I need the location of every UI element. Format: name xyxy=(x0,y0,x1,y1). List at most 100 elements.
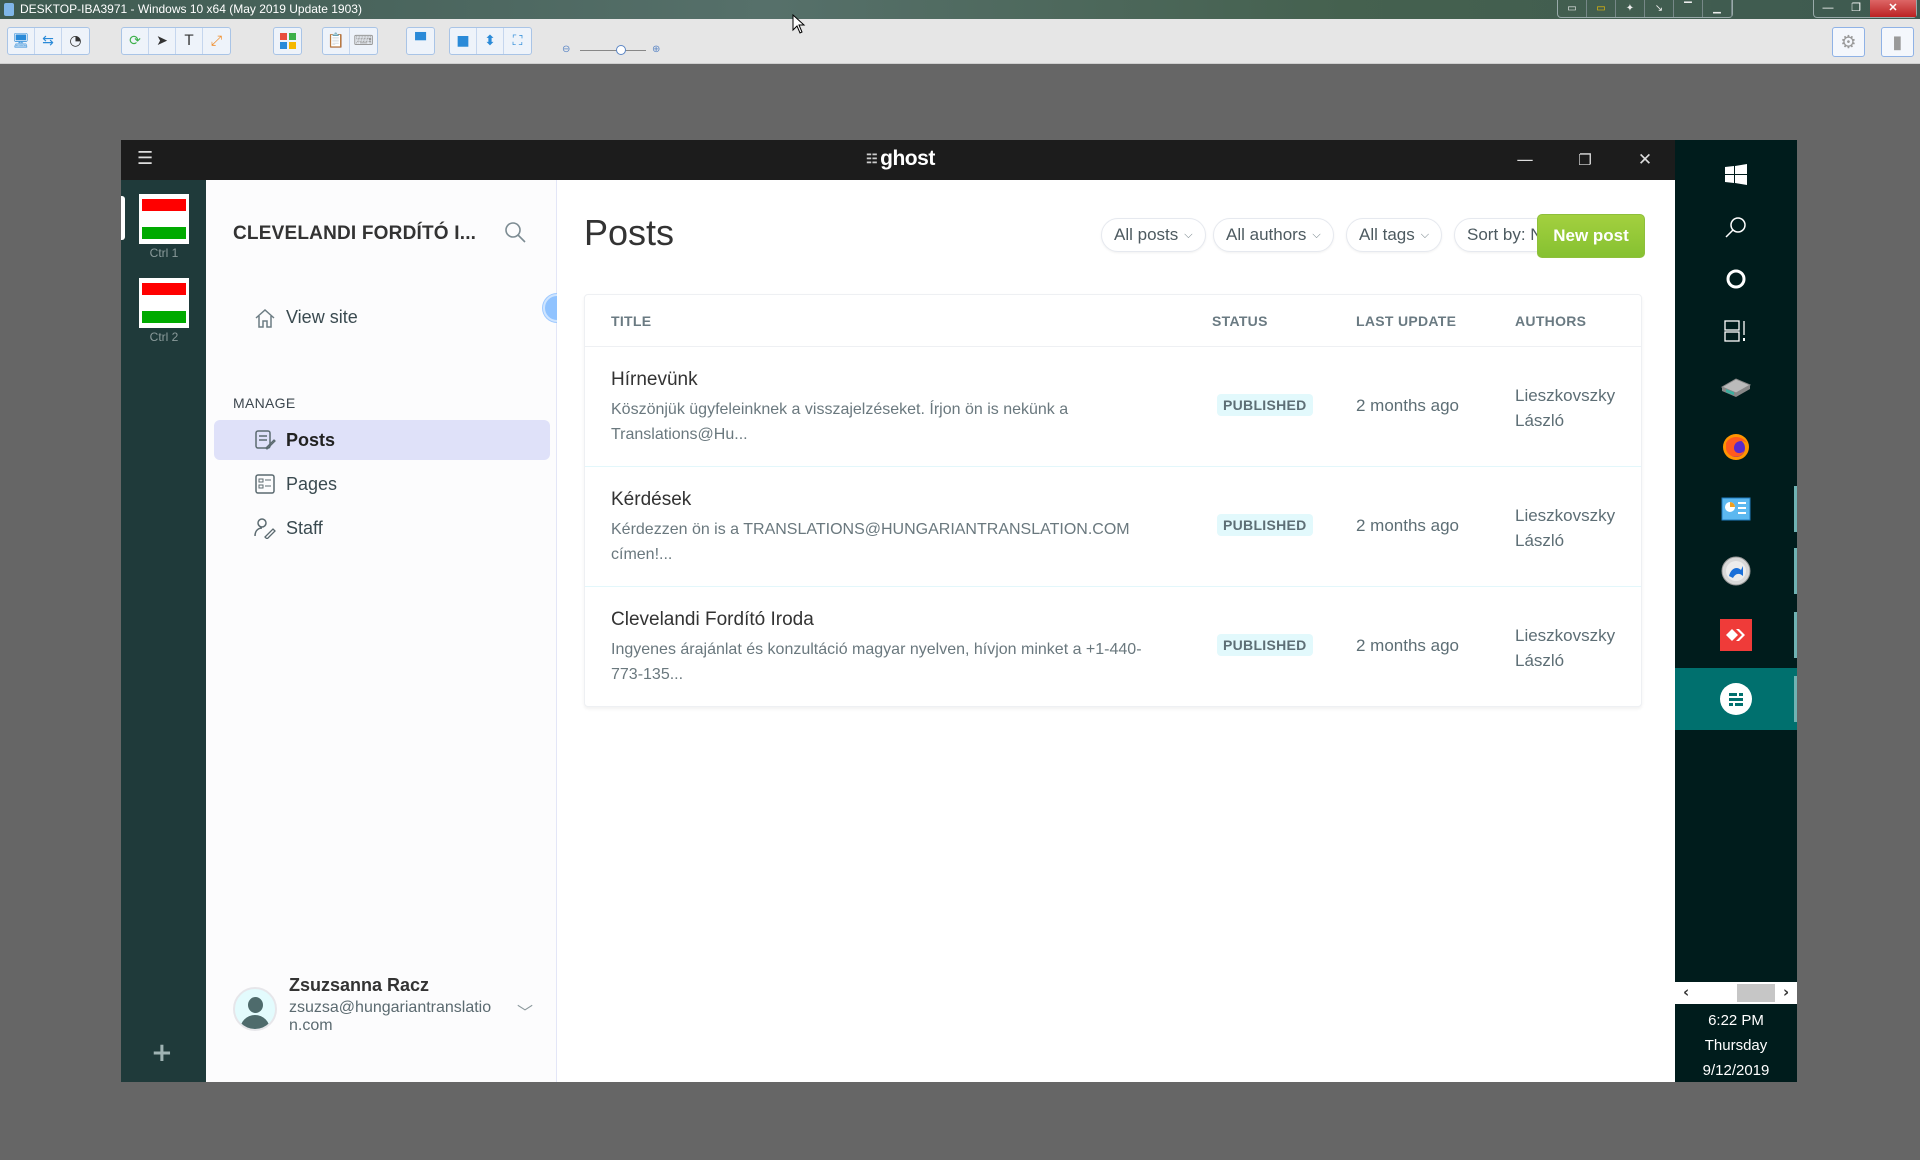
zoom-out-icon[interactable]: ⊖ xyxy=(562,44,570,55)
host-window-title: DESKTOP-IBA3971 - Windows 10 x64 (May 20… xyxy=(20,2,362,16)
sidebar-item-label: Staff xyxy=(286,517,323,538)
all-authors-filter[interactable]: All authors ⌵ xyxy=(1213,218,1334,252)
scroll-left-icon[interactable]: ‹ xyxy=(1683,983,1689,1001)
workspace-label: Ctrl 1 xyxy=(149,246,179,260)
scanner-app[interactable] xyxy=(1675,356,1797,418)
ghost-minimize-button[interactable]: — xyxy=(1510,146,1540,174)
side-panel-icon[interactable]: ▮ xyxy=(1881,27,1914,57)
original-size-icon[interactable]: ■ xyxy=(450,28,477,54)
header-authors: AUTHORS xyxy=(1515,313,1587,329)
anydesk-icon xyxy=(1720,619,1752,651)
splashtop-app[interactable] xyxy=(1675,540,1797,602)
transfer-icon[interactable]: ⇆ xyxy=(35,28,62,54)
table-row[interactable]: Hírnevünk Köszönjük ügyfeleinknek a viss… xyxy=(585,347,1641,467)
running-indicator xyxy=(1794,676,1797,722)
shrink-icon[interactable]: ↘ xyxy=(1645,0,1674,17)
taskbar-scrollbar[interactable]: ‹ › xyxy=(1675,982,1797,1004)
view-site-link[interactable]: View site xyxy=(254,307,358,328)
ghost-restore-button[interactable]: ❐ xyxy=(1570,146,1600,174)
fullscreen-icon[interactable]: ▭ xyxy=(1587,0,1616,17)
fit-height-icon[interactable]: ⬍ xyxy=(477,28,504,54)
close-button[interactable]: ✕ xyxy=(1870,0,1916,17)
scroll-right-icon[interactable]: › xyxy=(1783,983,1789,1001)
workspace-1[interactable]: Ctrl 1 xyxy=(139,194,189,260)
refresh-icon[interactable]: ⟳ xyxy=(122,28,149,54)
search-icon[interactable] xyxy=(503,220,527,244)
toolbar-group-windows xyxy=(273,27,302,55)
status-badge: PUBLISHED xyxy=(1217,514,1313,536)
hamburger-menu-icon[interactable]: ☰ xyxy=(137,148,153,169)
ghost-app[interactable] xyxy=(1675,668,1797,730)
user-name: Zsuzsanna Racz xyxy=(289,975,430,995)
site-title[interactable]: CLEVELANDI FORDÍTÓ I... xyxy=(233,223,476,245)
chevron-down-icon[interactable]: ﹀ xyxy=(517,999,533,1023)
ghost-logo-icon: ☷ xyxy=(866,151,878,166)
windows-key-icon[interactable] xyxy=(274,28,301,54)
zoom-knob[interactable] xyxy=(616,45,626,55)
posts-table: TITLE STATUS LAST UPDATE AUTHORS Hírnevü… xyxy=(584,294,1642,707)
user-menu[interactable]: Zsuzsanna Racz zsuzsa@hungariantranslati… xyxy=(233,975,543,1045)
post-title[interactable]: Kérdések xyxy=(611,489,691,511)
gauge-icon[interactable]: ◔ xyxy=(62,28,89,54)
zoom-in-icon[interactable]: ⊕ xyxy=(652,44,660,55)
hungarian-flag-icon xyxy=(139,278,189,328)
pin-icon[interactable]: ✦ xyxy=(1616,0,1645,17)
post-excerpt: Kérdezzen ön is a TRANSLATIONS@HUNGARIAN… xyxy=(611,521,1130,563)
all-tags-filter[interactable]: All tags ⌵ xyxy=(1346,218,1443,252)
user-email: zsuzsa@hungariantranslation.com xyxy=(289,999,492,1034)
post-excerpt: Köszönjük ügyfeleinknek a visszajelzések… xyxy=(611,401,1069,443)
scroll-thumb[interactable] xyxy=(1737,984,1775,1002)
dock-bottom-icon[interactable]: ▁ xyxy=(1703,0,1732,17)
post-authors: Lieszkovszky László xyxy=(1515,386,1616,430)
cortana-icon xyxy=(1726,269,1746,289)
sidebar-item-pages[interactable]: Pages xyxy=(214,464,550,504)
post-last-update: 2 months ago xyxy=(1356,636,1460,655)
toolbar-group-screen: ▀ xyxy=(406,27,435,55)
post-authors: Lieszkovszky László xyxy=(1515,506,1616,550)
settings-icon[interactable]: ⚙ xyxy=(1832,27,1865,57)
zoom-slider[interactable]: ⊖ ⊕ xyxy=(560,38,670,64)
add-workspace-button[interactable]: + xyxy=(151,1038,173,1068)
pointer-icon[interactable]: ➤ xyxy=(149,28,176,54)
mouse-cursor-icon xyxy=(792,14,806,34)
sidebar-item-staff[interactable]: Staff xyxy=(214,508,550,548)
task-view-button[interactable] xyxy=(1675,300,1797,362)
ghost-app-icon xyxy=(1720,683,1752,715)
control-panel-app[interactable] xyxy=(1675,478,1797,540)
minimize-button[interactable]: — xyxy=(1814,0,1842,17)
table-row[interactable]: Clevelandi Fordító Iroda Ingyenes áraján… xyxy=(585,587,1641,707)
sidebar: CLEVELANDI FORDÍTÓ I... View site MANAGE… xyxy=(206,180,571,1082)
workspace-2[interactable]: Ctrl 2 xyxy=(139,278,189,344)
all-posts-filter[interactable]: All posts ⌵ xyxy=(1101,218,1206,252)
dock-top-icon[interactable]: ▔ xyxy=(1674,0,1703,17)
fit-screen-icon[interactable]: ⛶ xyxy=(504,28,531,54)
ghost-title-bar: ☰ ☷ ghost — ❐ ✕ xyxy=(121,140,1675,180)
firefox-icon xyxy=(1723,434,1749,460)
header-last-update: LAST UPDATE xyxy=(1356,313,1457,329)
fit-window-icon[interactable]: ▭ xyxy=(1558,0,1587,17)
post-title[interactable]: Clevelandi Fordító Iroda xyxy=(611,609,814,631)
control-panel-icon xyxy=(1721,497,1751,521)
restore-button[interactable]: ❐ xyxy=(1842,0,1870,17)
page-title: Posts xyxy=(584,212,675,253)
firefox-app[interactable] xyxy=(1675,416,1797,478)
host-window-buttons: — ❐ ✕ xyxy=(1813,0,1917,18)
keyboard-icon[interactable]: ⌨ xyxy=(350,28,377,54)
ghost-close-button[interactable]: ✕ xyxy=(1630,146,1660,174)
clipboard-icon[interactable]: 📋 xyxy=(323,28,350,54)
monitor-icon[interactable]: 🖥 xyxy=(8,28,35,54)
taskbar-clock[interactable]: 6:22 PM Thursday 9/12/2019 xyxy=(1675,1008,1797,1083)
expand-icon[interactable]: ⤢ xyxy=(203,28,230,54)
chevron-down-icon: ⌵ xyxy=(1312,228,1321,241)
sidebar-item-posts[interactable]: Posts xyxy=(214,420,550,460)
header-title: TITLE xyxy=(611,313,652,329)
screen-select-icon[interactable]: ▀ xyxy=(407,28,434,54)
anydesk-app[interactable] xyxy=(1675,604,1797,666)
table-row[interactable]: Kérdések Kérdezzen ön is a TRANSLATIONS@… xyxy=(585,467,1641,587)
text-icon[interactable]: T xyxy=(176,28,203,54)
ghost-brand-text: ghost xyxy=(880,147,935,170)
new-post-button[interactable]: New post xyxy=(1537,214,1645,258)
avatar xyxy=(233,987,277,1031)
post-title[interactable]: Hírnevünk xyxy=(611,369,698,391)
home-icon xyxy=(255,308,275,328)
